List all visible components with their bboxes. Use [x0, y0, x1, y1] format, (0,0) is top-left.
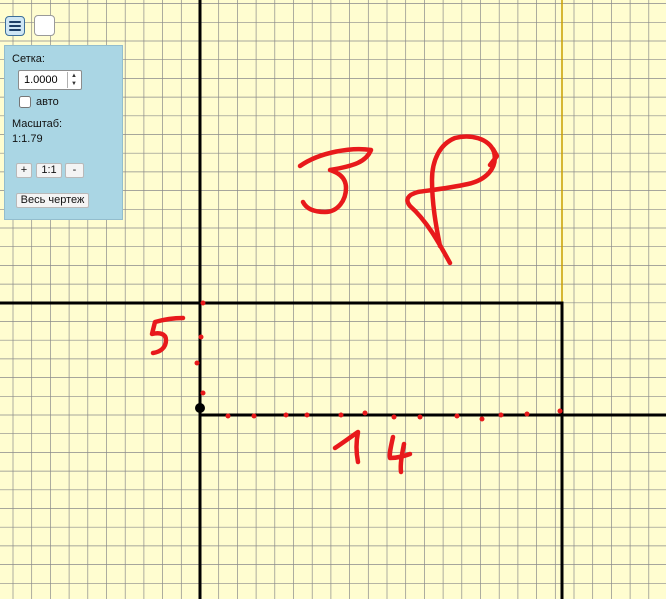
menu-button[interactable] — [5, 16, 25, 36]
auto-checkbox[interactable] — [19, 96, 31, 108]
measurement-dot — [194, 360, 200, 366]
measurement-dot — [417, 414, 423, 420]
zoom-reset-button[interactable]: 1:1 — [36, 163, 62, 178]
measurement-dot — [283, 412, 289, 418]
zoom-out-button[interactable]: - — [65, 163, 84, 178]
measurement-dot — [251, 413, 257, 419]
fit-all-button[interactable]: Весь чертеж — [16, 193, 89, 208]
grid-label: Сетка: — [12, 53, 45, 65]
grid-spinner[interactable]: ▲ ▼ — [18, 70, 82, 90]
blank-tool-button[interactable] — [34, 15, 55, 36]
spinner-down-icon[interactable]: ▼ — [68, 80, 80, 88]
hamburger-menu-icon — [9, 21, 21, 31]
measurement-dot — [198, 334, 204, 340]
zoom-in-button[interactable]: + — [16, 163, 32, 178]
measurement-dot — [225, 413, 231, 419]
origin-point — [195, 403, 205, 413]
measurement-dot — [454, 413, 460, 419]
measurement-dot — [362, 410, 368, 416]
measurement-dot — [557, 408, 563, 414]
measurement-dot — [200, 390, 206, 396]
scale-label: Масштаб: — [12, 118, 63, 130]
settings-panel: Сетка: ▲ ▼ авто Масштаб: 1:1.79 + 1:1 - … — [4, 45, 123, 220]
grid-value-input[interactable] — [19, 71, 72, 89]
spinner-arrows[interactable]: ▲ ▼ — [67, 72, 80, 88]
measurement-dot — [338, 412, 344, 418]
spinner-up-icon[interactable]: ▲ — [68, 72, 80, 80]
measurement-dot — [524, 411, 530, 417]
measurement-dot — [200, 300, 206, 306]
measurement-dot — [304, 412, 310, 418]
auto-label: авто — [36, 96, 59, 108]
scale-value: 1:1.79 — [12, 133, 43, 145]
measurement-dot — [479, 416, 485, 422]
measurement-dot — [498, 412, 504, 418]
measurement-dot — [391, 414, 397, 420]
